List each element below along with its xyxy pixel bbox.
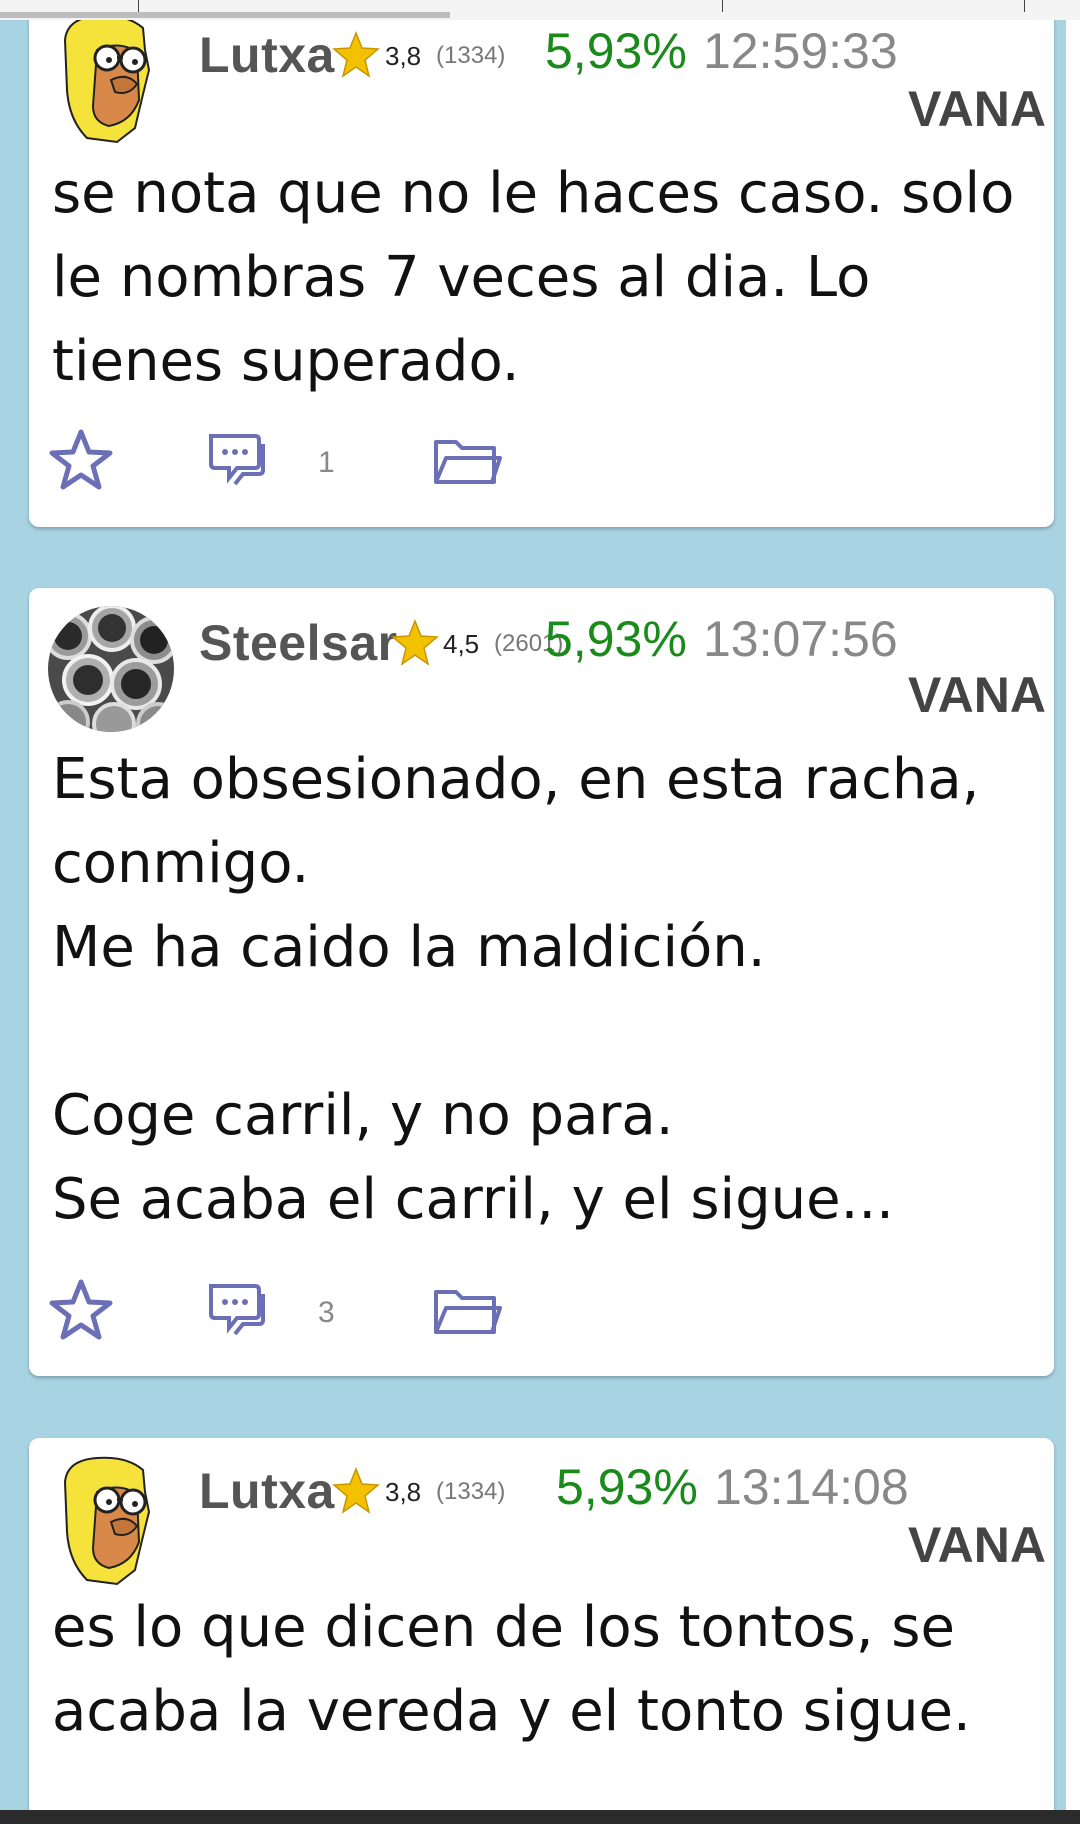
rating-count: (1334) bbox=[436, 42, 506, 69]
horizontal-scrollbar[interactable] bbox=[0, 12, 450, 18]
author-name[interactable]: Steelsar bbox=[199, 614, 398, 672]
author-name[interactable]: Lutxa bbox=[199, 26, 335, 84]
browser-toolbar bbox=[0, 0, 1080, 21]
star-outline-icon[interactable] bbox=[48, 428, 114, 492]
comment-count: 1 bbox=[318, 446, 335, 479]
post-card: Lutxa 3,8 (1334) 5,93% 13:14:08 VANA es … bbox=[29, 1438, 1054, 1810]
author-rating: 3,8 bbox=[385, 41, 422, 71]
post-feed: Lutxa 3,8 (1334) 5,93% 12:59:33 VANA se … bbox=[0, 20, 1080, 1810]
stock-ticker[interactable]: VANA bbox=[908, 80, 1046, 138]
gold-star-icon bbox=[332, 1466, 380, 1514]
post-body: Esta obsesionado, en esta racha, conmigo… bbox=[52, 747, 980, 1232]
gold-star-icon bbox=[391, 618, 439, 666]
bottom-edge bbox=[0, 1810, 1080, 1824]
homer-avatar[interactable] bbox=[57, 20, 157, 146]
price-change: 5,93% bbox=[545, 23, 687, 79]
stock-ticker[interactable]: VANA bbox=[908, 666, 1046, 724]
post-time: 13:14:08 bbox=[714, 1459, 909, 1515]
rating-count: (1334) bbox=[436, 1478, 506, 1505]
post-body: es lo que dicen de los tontos, se acaba … bbox=[52, 1595, 971, 1744]
folder-icon[interactable] bbox=[432, 432, 502, 488]
author-rating: 3,8 bbox=[385, 1477, 422, 1507]
gold-star-icon bbox=[332, 30, 380, 78]
post-body: se nota que no le haces caso. solo le no… bbox=[52, 161, 1015, 394]
post-time: 12:59:33 bbox=[703, 23, 898, 79]
post-time: 13:07:56 bbox=[703, 611, 898, 667]
speech-bubble-icon[interactable] bbox=[205, 1280, 269, 1338]
homer-avatar[interactable] bbox=[57, 1452, 157, 1588]
star-outline-icon[interactable] bbox=[48, 1278, 114, 1342]
price-change: 5,93% bbox=[545, 611, 687, 667]
stock-ticker[interactable]: VANA bbox=[908, 1516, 1046, 1574]
folder-icon[interactable] bbox=[432, 1282, 502, 1338]
author-name[interactable]: Lutxa bbox=[199, 1462, 335, 1520]
post-card: Lutxa 3,8 (1334) 5,93% 12:59:33 VANA se … bbox=[29, 20, 1054, 527]
post-card: Steelsar 4,5 (2601) 5,93% 13:07:56 VANA … bbox=[29, 588, 1054, 1376]
comment-count: 3 bbox=[318, 1296, 335, 1329]
price-change: 5,93% bbox=[556, 1459, 698, 1515]
speech-bubble-icon[interactable] bbox=[205, 430, 269, 488]
author-rating: 4,5 bbox=[443, 629, 480, 659]
steel-pipes-avatar[interactable] bbox=[48, 606, 174, 732]
